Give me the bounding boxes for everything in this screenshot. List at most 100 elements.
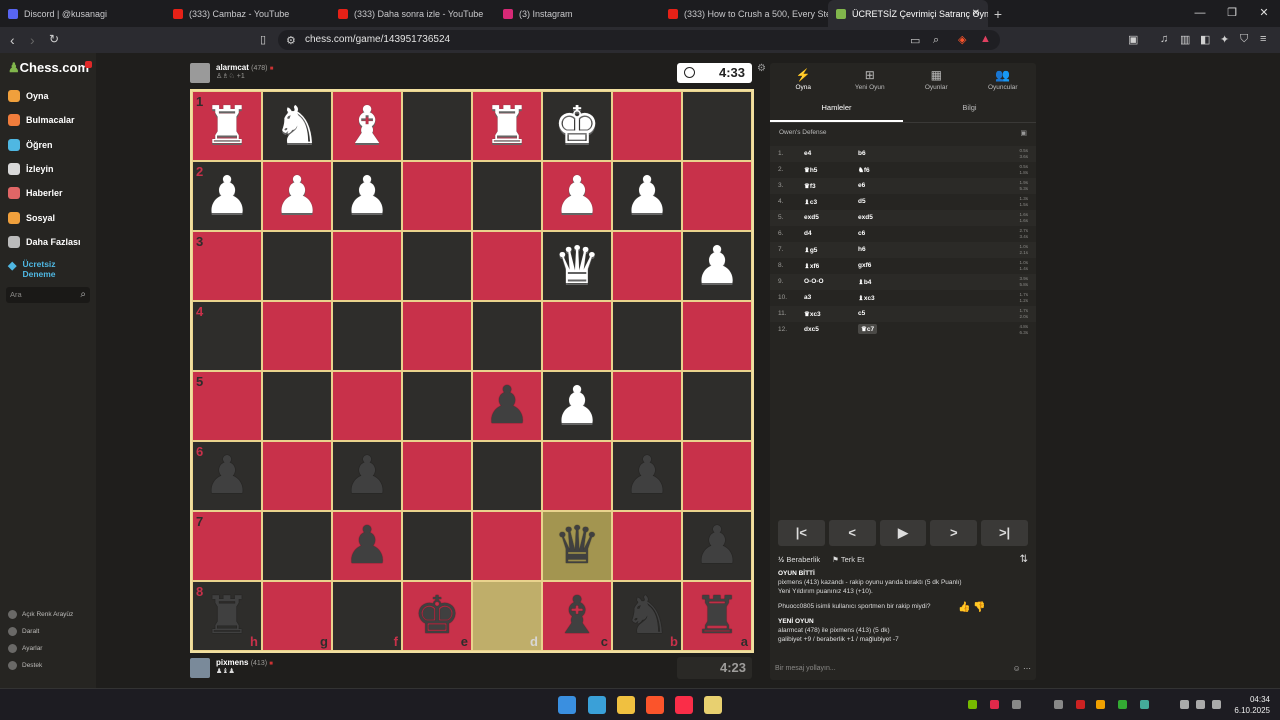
- black-move[interactable]: b6: [858, 150, 866, 157]
- white-move[interactable]: ♝g5: [804, 246, 817, 254]
- brave-shield-icon[interactable]: ◈: [958, 33, 966, 46]
- volume-icon[interactable]: [1196, 700, 1205, 709]
- top-player-name[interactable]: alarmcat: [216, 63, 249, 72]
- black-pawn-icon[interactable]: ♟: [344, 520, 391, 572]
- board-square[interactable]: ♟: [542, 371, 612, 441]
- board-square[interactable]: [472, 441, 542, 511]
- system-clock[interactable]: 04:34 6.10.2025: [1234, 694, 1270, 716]
- bookmark-icon[interactable]: ▯: [260, 33, 266, 46]
- board-square[interactable]: [682, 91, 752, 161]
- black-knight-icon[interactable]: ♞: [624, 590, 671, 642]
- white-move[interactable]: ♛f3: [804, 182, 816, 190]
- tray-app-icon[interactable]: [1096, 700, 1105, 709]
- white-move[interactable]: e4: [804, 150, 811, 157]
- sidebar-footer-item[interactable]: Destek: [8, 661, 42, 670]
- tray-app-icon[interactable]: [1118, 700, 1127, 709]
- opening-name[interactable]: Owen's Defense: [779, 129, 827, 136]
- brave-rewards-icon[interactable]: ▲: [980, 33, 991, 45]
- board-square[interactable]: ♚: [542, 91, 612, 161]
- first-move-button[interactable]: |<: [778, 520, 825, 546]
- black-move[interactable]: ♛c7: [858, 324, 878, 334]
- board-square[interactable]: 5: [192, 371, 262, 441]
- tray-app-icon[interactable]: [1054, 700, 1063, 709]
- cast-icon[interactable]: ▭: [910, 34, 920, 47]
- black-queen-icon[interactable]: ♛: [554, 520, 601, 572]
- white-king-icon[interactable]: ♚: [554, 100, 601, 152]
- avatar[interactable]: [190, 63, 210, 83]
- black-pawn-icon[interactable]: ♟: [694, 520, 741, 572]
- board-square[interactable]: 2 ♟: [192, 161, 262, 231]
- board-square[interactable]: [612, 371, 682, 441]
- white-queen-icon[interactable]: ♛: [554, 240, 601, 292]
- board-square[interactable]: [402, 511, 472, 581]
- board-square[interactable]: [402, 441, 472, 511]
- zoom-icon[interactable]: ⌕: [933, 34, 939, 47]
- black-rook-icon[interactable]: ♜: [204, 590, 251, 642]
- board-square[interactable]: [682, 161, 752, 231]
- sidebar-toggle-icon[interactable]: ▣: [1128, 33, 1138, 46]
- tab-3[interactable]: 👥 Oyuncular: [970, 63, 1037, 95]
- white-pawn-icon[interactable]: ♟: [554, 170, 601, 222]
- white-pawn-icon[interactable]: ♟: [344, 170, 391, 222]
- board-square[interactable]: [332, 371, 402, 441]
- board-square[interactable]: ♟: [472, 371, 542, 441]
- subtab-0[interactable]: Hamleler: [770, 99, 903, 122]
- board-square[interactable]: f: [332, 581, 402, 651]
- browser-tab[interactable]: (333) How to Crush a 500, Every Step: [660, 0, 828, 27]
- flip-board-icon[interactable]: ⇅: [1020, 554, 1028, 565]
- file-explorer-icon[interactable]: [617, 696, 635, 714]
- board-square[interactable]: e ♚: [402, 581, 472, 651]
- resign-button[interactable]: ⚑ Terk Et: [832, 555, 864, 564]
- board-square[interactable]: [402, 301, 472, 371]
- board-square[interactable]: [402, 161, 472, 231]
- board-square[interactable]: [542, 441, 612, 511]
- white-move[interactable]: ♝xf6: [804, 262, 819, 270]
- board-square[interactable]: ♟: [682, 511, 752, 581]
- board-square[interactable]: [472, 301, 542, 371]
- browser-tab[interactable]: ÜCRETSİZ Çevrimiçi Satranç Oyn ✕: [828, 0, 988, 27]
- explorer-icon[interactable]: ▣: [1020, 129, 1027, 137]
- media-icon[interactable]: ♫: [1160, 33, 1168, 45]
- board-square[interactable]: [402, 231, 472, 301]
- tray-app-icon[interactable]: [1076, 700, 1085, 709]
- minimize-button[interactable]: —: [1184, 0, 1216, 27]
- black-bishop-icon[interactable]: ♝: [554, 590, 601, 642]
- board-square[interactable]: 4: [192, 301, 262, 371]
- url-field[interactable]: ⚙ chess.com/game/143951736524 ▭ ⌕ ◈ ▲: [278, 30, 1000, 50]
- white-pawn-icon[interactable]: ♟: [204, 170, 251, 222]
- sidebar-item-3[interactable]: İzleyin: [8, 161, 54, 177]
- browser-tab[interactable]: (333) Daha sonra izle - YouTube: [330, 0, 495, 27]
- white-move[interactable]: ♛xc3: [804, 310, 821, 318]
- board-square[interactable]: [542, 301, 612, 371]
- white-rook-icon[interactable]: ♜: [484, 100, 531, 152]
- new-tab-button[interactable]: +: [988, 6, 1008, 22]
- tray-app-icon[interactable]: [990, 700, 999, 709]
- board-square[interactable]: a ♜: [682, 581, 752, 651]
- premium-trial-link[interactable]: ◆ Ücretsiz Deneme: [8, 259, 62, 279]
- white-move[interactable]: a3: [804, 294, 811, 301]
- chat-input[interactable]: Bir mesaj yollayın... ☺ ⋯: [775, 661, 1031, 677]
- white-pawn-icon[interactable]: ♟: [694, 240, 741, 292]
- sidebar-footer-item[interactable]: Ayarlar: [8, 644, 42, 653]
- board-square[interactable]: ♛: [542, 511, 612, 581]
- menu-icon[interactable]: ≡: [1260, 33, 1266, 45]
- browser-tab[interactable]: Discord | @kusanagi: [0, 0, 165, 27]
- vpn-icon[interactable]: ⛉: [1240, 33, 1248, 46]
- subtab-1[interactable]: Bilgi: [903, 99, 1036, 122]
- board-square[interactable]: 8 h ♜: [192, 581, 262, 651]
- tab-0[interactable]: ⚡ Oyna: [770, 63, 837, 95]
- sidebar-footer-item[interactable]: Açık Renk Arayüz: [8, 610, 73, 619]
- sidebar-search-input[interactable]: Ara ⌕: [6, 287, 90, 303]
- white-bishop-icon[interactable]: ♝: [344, 100, 391, 152]
- board-square[interactable]: ♜: [472, 91, 542, 161]
- chess-board[interactable]: 1 ♜ ♞ ♝ ♜ ♚ 2 ♟ ♟ ♟ ♟ ♟ 3 ♛ ♟ 4 5 ♟ ♟ 6 ♟ ♟ ♟ 7 ♟ ♛ ♟ 8 h ♜ g f e ♚ d c ♝ b ♞ a…: [190, 89, 754, 653]
- last-move-button[interactable]: >|: [981, 520, 1028, 546]
- music-app-icon[interactable]: [675, 696, 693, 714]
- reload-icon[interactable]: ↻: [49, 32, 59, 46]
- board-square[interactable]: ♟: [612, 441, 682, 511]
- board-square[interactable]: [262, 301, 332, 371]
- white-pawn-icon[interactable]: ♟: [554, 380, 601, 432]
- board-square[interactable]: [612, 231, 682, 301]
- board-square[interactable]: ♞: [262, 91, 332, 161]
- avatar[interactable]: [190, 658, 210, 678]
